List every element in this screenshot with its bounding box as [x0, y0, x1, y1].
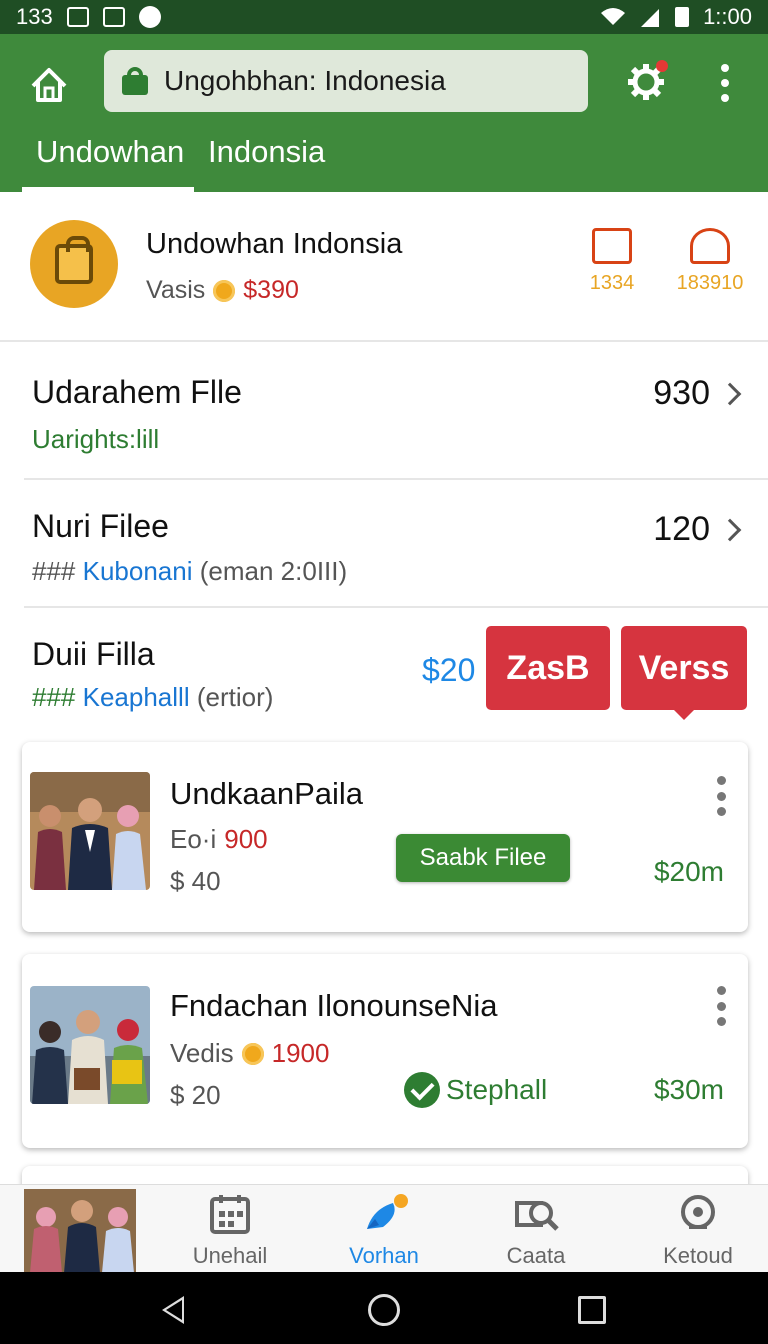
nav-label: Ketoud [663, 1243, 733, 1268]
row-subtitle: ### Kubonani (eman 2:0III) [32, 556, 347, 587]
row-price: $20 [422, 652, 476, 688]
listing-card[interactable]: UndkaanPaila Eo·i 900 $ 40 Saabk Filee $… [22, 742, 748, 932]
profile-name: Undowhan Indonsia [146, 228, 403, 260]
stat-value: 1334 [589, 272, 635, 294]
tab-indonsia[interactable]: Indonsia [194, 132, 337, 192]
row-subtitle: ### Keaphalll (ertior) [32, 682, 273, 713]
card-amount: $ 20 [170, 1080, 221, 1110]
status-time: 1::00 [703, 4, 752, 29]
verified-badge: Stephall [404, 1072, 547, 1108]
verified-label: Stephall [446, 1074, 548, 1105]
row-title: Udarahem Flle [32, 374, 242, 410]
row-title: Nuri Filee [32, 508, 169, 544]
row-link[interactable]: Keaphalll [83, 682, 190, 712]
chevron-right-icon [718, 518, 742, 542]
card-price: $30m [653, 1074, 724, 1105]
zasb-button[interactable]: ZasB [486, 626, 610, 710]
status-left-text: 133 [16, 4, 53, 29]
edit-icon [592, 228, 632, 264]
rocket-icon [363, 1193, 408, 1235]
chevron-right-icon [718, 382, 742, 406]
search-icon [515, 1193, 559, 1235]
list-item[interactable]: Nuri Filee ### Kubonani (eman 2:0III) 12… [24, 480, 768, 608]
profile-header: Undowhan Indonsia Vasis $390 1334 183910 [0, 192, 768, 342]
row-subtitle: Uarights:lill [32, 424, 160, 454]
listing-card[interactable]: Fndachan IlonounseNia Vedis 1900 $ 20 St… [22, 954, 748, 1148]
wifi-icon [601, 8, 626, 25]
nav-label: Vorhan [349, 1243, 419, 1268]
app-notification-icon [102, 7, 125, 27]
card-more-icon[interactable] [716, 986, 726, 1026]
row-value: 930 [653, 374, 710, 412]
user-photo[interactable] [24, 1189, 136, 1273]
settings-button[interactable] [620, 56, 672, 108]
home-circle-icon[interactable] [368, 1294, 400, 1326]
tab-undowhan[interactable]: Undowhan [22, 132, 194, 192]
nav-label: Unehail [192, 1243, 268, 1268]
coin-icon [213, 279, 236, 302]
home-button[interactable] [24, 60, 74, 110]
profile-sub-label: Vasis [146, 276, 206, 304]
system-navigation-bar [0, 1272, 768, 1344]
card-meta-label: Eo·i [170, 824, 217, 854]
card-meta-label: Vedis [170, 1038, 234, 1068]
save-file-button[interactable]: Saabk Filee [396, 834, 570, 882]
url-bar[interactable]: Ungohbhan: Indonesia [104, 50, 588, 112]
compass-icon [677, 1193, 719, 1235]
stat-edit[interactable]: 1334 [572, 228, 652, 295]
hash-icon: ### [32, 682, 76, 712]
stat-review[interactable]: 183910 [670, 228, 750, 295]
row-value: 120 [653, 510, 710, 548]
notification-dot [656, 60, 668, 72]
profile-amount: $390 [243, 276, 299, 304]
card-more-icon[interactable] [716, 776, 726, 816]
row-link[interactable]: Kubonani [83, 556, 193, 586]
nav-unehail[interactable]: Unehail [160, 1193, 300, 1269]
row-title: Duii Filla [32, 636, 155, 672]
nav-label: Caata [506, 1243, 566, 1268]
verss-button[interactable]: Verss [621, 626, 747, 720]
card-meta: Vedis 1900 [170, 1038, 329, 1069]
card-meta-value: 1900 [271, 1038, 330, 1068]
list-item[interactable]: Udarahem Flle Uarights:lill 930 [24, 344, 768, 480]
coin-icon [241, 1042, 264, 1065]
check-circle-icon [404, 1072, 440, 1108]
row-extra: (ertior) [196, 682, 274, 712]
tab-bar: Undowhan Indonsia [22, 132, 337, 192]
back-icon[interactable] [162, 1296, 184, 1324]
card-meta: Eo·i 900 [170, 824, 268, 855]
listing-photo [30, 772, 150, 890]
card-meta-value: 900 [224, 824, 268, 854]
more-options-button[interactable] [708, 60, 742, 106]
nav-caata[interactable]: Caata [466, 1193, 606, 1269]
shopping-bag-icon [30, 220, 118, 308]
review-icon [690, 228, 730, 264]
calendar-icon [209, 1193, 251, 1235]
card-title: UndkaanPaila [170, 776, 364, 811]
profile-subtitle: Vasis $390 [146, 276, 299, 305]
list-item[interactable]: Duii Filla ### Keaphalll (ertior) $20 Za… [24, 608, 768, 732]
card-amount: $ 40 [170, 866, 221, 896]
card-price: $20m [653, 856, 724, 887]
app-bar: Ungohbhan: Indonesia Undowhan Indonsia [0, 34, 768, 192]
home-icon [31, 68, 67, 102]
url-text: Ungohbhan: Indonesia [164, 65, 446, 96]
bottom-navigation: Unehail Vorhan Caata Ketoud [0, 1184, 768, 1273]
hash-icon: ### [32, 556, 76, 586]
lock-icon [122, 67, 148, 95]
nav-vorhan[interactable]: Vorhan [314, 1193, 454, 1269]
stat-value: 183910 [676, 272, 744, 294]
status-bar: 133 1::00 [0, 0, 768, 34]
recents-icon[interactable] [578, 1296, 606, 1324]
nav-ketoud[interactable]: Ketoud [628, 1193, 768, 1269]
signal-icon [641, 9, 660, 27]
listing-photo [30, 986, 150, 1104]
notification-icon [66, 7, 89, 27]
row-extra: (eman 2:0III) [199, 556, 348, 586]
card-title: Fndachan IlonounseNia [170, 988, 498, 1023]
battery-icon [675, 7, 690, 27]
navigation-icon [138, 6, 161, 28]
